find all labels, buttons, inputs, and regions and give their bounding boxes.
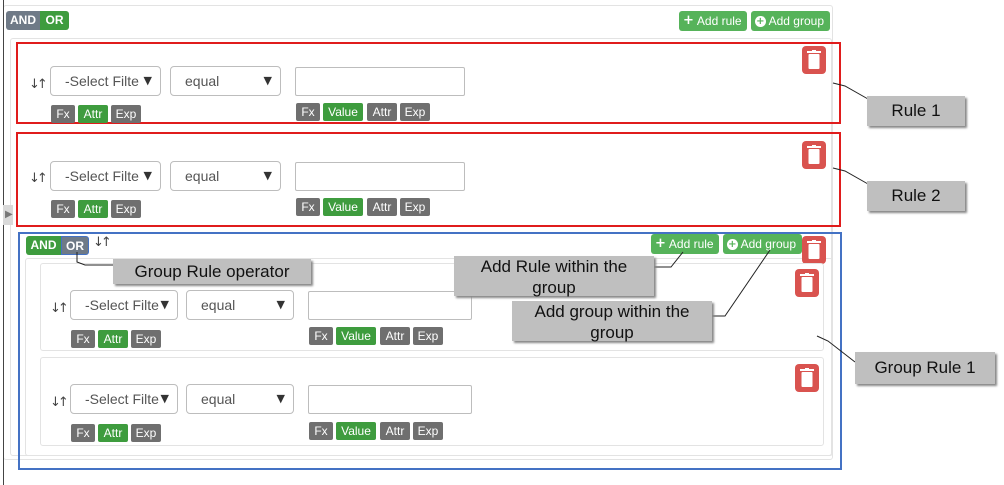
add-group-within-group-callout: Add group within the group (512, 301, 712, 342)
rule1-callout: Rule 1 (867, 96, 965, 126)
add-rule-leader-line (654, 251, 684, 268)
rule1-leader-line (832, 82, 869, 100)
rule2-leader-line (832, 167, 869, 185)
rule2-callout: Rule 2 (867, 181, 965, 211)
group-rule-leader-line (816, 335, 856, 363)
annotation-lines (76, 82, 869, 363)
group-operator-leader-line (76, 252, 113, 266)
group-rule-operator-callout: Group Rule operator (113, 259, 311, 284)
add-rule-within-group-callout: Add Rule within the group (454, 256, 654, 297)
add-group-leader-line (712, 249, 771, 317)
group-rule1-callout: Group Rule 1 (855, 352, 995, 384)
